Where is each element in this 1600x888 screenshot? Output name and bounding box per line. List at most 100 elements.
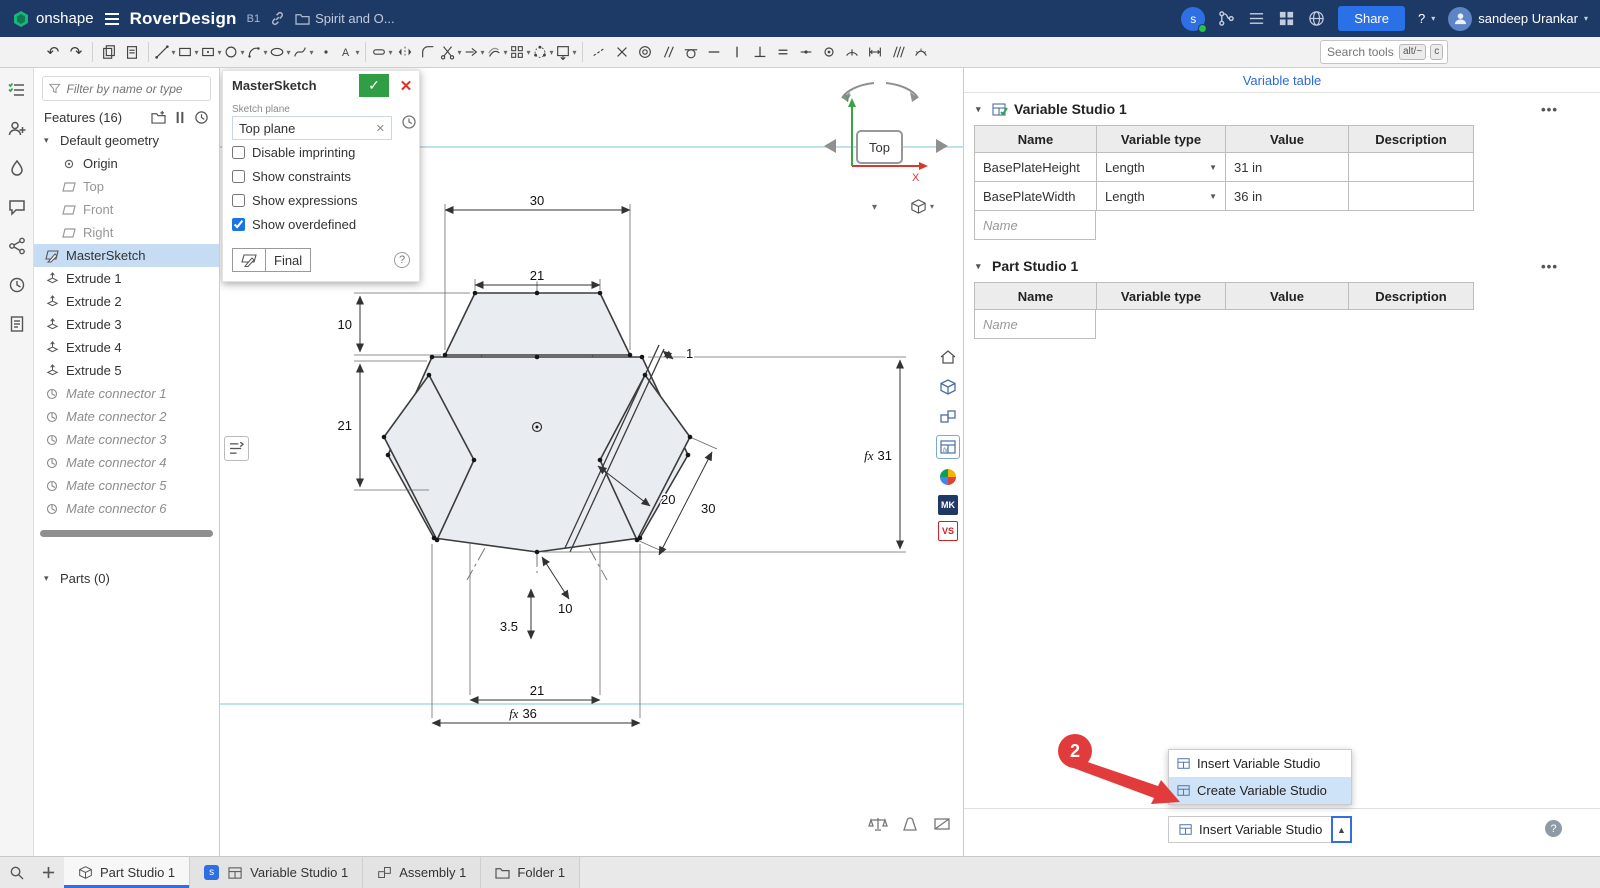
spline-tool-button[interactable]: ▾ bbox=[292, 39, 314, 65]
variable-description-cell[interactable] bbox=[1349, 153, 1474, 182]
clear-selection-icon[interactable]: ✕ bbox=[376, 122, 385, 135]
mass-properties-icon[interactable] bbox=[900, 816, 920, 832]
chevron-down-icon[interactable]: ▼ bbox=[1203, 163, 1217, 172]
trim-tool-button[interactable]: ▾ bbox=[440, 39, 462, 65]
versions-graph-icon[interactable] bbox=[1218, 10, 1235, 27]
onshape-logo[interactable]: onshape bbox=[12, 10, 94, 28]
tree-item-mate-connector-6[interactable]: Mate connector 6 bbox=[34, 497, 219, 520]
part-studio-shortcut-icon[interactable] bbox=[936, 375, 960, 399]
checkbox-show-expressions[interactable]: Show expressions bbox=[232, 188, 410, 212]
share-connections-icon[interactable] bbox=[4, 234, 30, 258]
curvature-comb-button[interactable] bbox=[910, 39, 932, 65]
tree-scrollbar[interactable] bbox=[40, 530, 213, 537]
variable-studio-shortcut-icon[interactable]: fx bbox=[936, 435, 960, 459]
dimension-label[interactable]: fx36 bbox=[509, 706, 537, 721]
tab-folder-1[interactable]: Folder 1 bbox=[481, 857, 580, 888]
dimension-label[interactable]: 20 bbox=[661, 492, 675, 507]
appearance-icon[interactable] bbox=[4, 156, 30, 180]
app-store-icon[interactable] bbox=[1278, 10, 1295, 27]
measure-scale-icon[interactable] bbox=[868, 816, 888, 832]
language-globe-icon[interactable] bbox=[1308, 10, 1325, 27]
tab-assembly-1[interactable]: Assembly 1 bbox=[363, 857, 481, 888]
graphics-canvas[interactable]: 30 21 10 21 1 20 30 fx31 10 3.5 21 fx36 bbox=[220, 68, 963, 856]
chevron-down-icon[interactable]: ▼ bbox=[1203, 192, 1217, 201]
mk-app-icon[interactable]: MK bbox=[938, 495, 958, 515]
insert-menu-toggle-button[interactable]: ▲ bbox=[1331, 816, 1352, 843]
text-tool-button[interactable]: A▾ bbox=[338, 39, 360, 65]
part-studio-section-header[interactable]: ▾ Part Studio 1 ••• bbox=[964, 250, 1600, 282]
tab-part-studio-1[interactable]: Part Studio 1 bbox=[64, 857, 190, 888]
new-variable-name-cell[interactable]: Name bbox=[974, 211, 1096, 240]
rollback-history-icon[interactable] bbox=[194, 110, 209, 125]
view-cube-top-face[interactable]: Top bbox=[856, 130, 903, 164]
show-constraints-checkbox[interactable] bbox=[232, 170, 245, 183]
tree-item-mate-connector-4[interactable]: Mate connector 4 bbox=[34, 451, 219, 474]
new-variable-name-cell[interactable]: Name bbox=[974, 310, 1096, 339]
changelist-icon[interactable] bbox=[1248, 10, 1265, 27]
variable-type-cell[interactable]: Length▼ bbox=[1097, 153, 1226, 182]
confirm-sketch-button[interactable]: ✓ bbox=[359, 74, 389, 97]
midpoint-constraint-button[interactable] bbox=[795, 39, 817, 65]
breadcrumb[interactable]: Spirit and O... bbox=[295, 11, 394, 26]
add-tab-icon[interactable] bbox=[32, 857, 64, 888]
section-menu-icon[interactable]: ••• bbox=[1541, 102, 1558, 117]
final-toggle-button[interactable]: Final bbox=[265, 248, 311, 272]
center-rectangle-tool-button[interactable]: ▾ bbox=[200, 39, 222, 65]
view-cube-menu-caret[interactable]: ▾ bbox=[872, 202, 877, 213]
view-cube[interactable]: Y X Top bbox=[816, 74, 956, 206]
offset-tool-button[interactable]: ▾ bbox=[486, 39, 508, 65]
create-folder-icon[interactable] bbox=[151, 111, 166, 124]
dimension-label[interactable]: 30 bbox=[530, 193, 544, 208]
dimension-tool-button[interactable] bbox=[864, 39, 886, 65]
mirror-tool-button[interactable] bbox=[394, 39, 416, 65]
home-view-icon[interactable] bbox=[936, 345, 960, 369]
variable-description-cell[interactable] bbox=[1349, 182, 1474, 211]
suppress-icon[interactable] bbox=[175, 111, 185, 124]
ellipse-tool-button[interactable]: ▾ bbox=[269, 39, 291, 65]
hamburger-menu-icon[interactable] bbox=[104, 12, 120, 26]
help-menu-button[interactable]: ?▾ bbox=[1418, 11, 1435, 26]
checkbox-disable-imprinting[interactable]: Disable imprinting bbox=[232, 140, 410, 164]
redo-button[interactable]: ↷ bbox=[65, 39, 87, 65]
arc-tool-button[interactable]: ▾ bbox=[246, 39, 268, 65]
tree-item-extrude-1[interactable]: Extrude 1 bbox=[34, 267, 219, 290]
menu-item-insert-variable-studio[interactable]: Insert Variable Studio bbox=[1169, 750, 1351, 777]
tree-item-mate-connector-5[interactable]: Mate connector 5 bbox=[34, 474, 219, 497]
copy-entities-button[interactable] bbox=[98, 39, 120, 65]
tree-item-top-plane[interactable]: Top bbox=[34, 175, 219, 198]
parallel-constraint-button[interactable] bbox=[657, 39, 679, 65]
dimension-label[interactable]: 21 bbox=[530, 683, 544, 698]
view-options-button[interactable]: ▾ bbox=[910, 198, 934, 215]
selection-history-icon[interactable] bbox=[401, 114, 417, 130]
perpendicular-constraint-button[interactable] bbox=[749, 39, 771, 65]
sketch-geometry[interactable] bbox=[384, 293, 690, 552]
tangent-constraint-button[interactable] bbox=[680, 39, 702, 65]
dimension-label[interactable]: 30 bbox=[701, 501, 715, 516]
tree-group-parts[interactable]: ▾Parts (0) bbox=[34, 567, 219, 590]
dialog-help-icon[interactable]: ? bbox=[394, 252, 410, 268]
linear-pattern-button[interactable]: ▾ bbox=[509, 39, 531, 65]
section-menu-icon[interactable]: ••• bbox=[1541, 259, 1558, 274]
slot-tool-button[interactable]: ▾ bbox=[371, 39, 393, 65]
tree-item-mastersketch[interactable]: MasterSketch bbox=[34, 244, 219, 267]
tree-group-default-geometry[interactable]: ▾Default geometry bbox=[34, 129, 219, 152]
presence-avatar[interactable]: s bbox=[1181, 7, 1205, 31]
edit-sketch-toggle-button[interactable] bbox=[232, 248, 265, 272]
assembly-shortcut-icon[interactable] bbox=[936, 405, 960, 429]
variable-studio-section-header[interactable]: ▾ Variable Studio 1 ••• bbox=[964, 93, 1600, 125]
section-view-icon[interactable] bbox=[932, 816, 952, 832]
dimension-label[interactable]: 10 bbox=[558, 601, 572, 616]
dimension-label[interactable]: 21 bbox=[338, 418, 352, 433]
tree-item-extrude-2[interactable]: Extrude 2 bbox=[34, 290, 219, 313]
rotate-view-arrows[interactable] bbox=[842, 83, 918, 98]
corner-rectangle-tool-button[interactable]: ▾ bbox=[177, 39, 199, 65]
tree-collapse-toggle[interactable] bbox=[224, 436, 249, 461]
render-studio-icon[interactable] bbox=[936, 465, 960, 489]
show-expressions-checkbox[interactable] bbox=[232, 194, 245, 207]
feature-filter-input[interactable] bbox=[67, 82, 204, 96]
tree-item-extrude-5[interactable]: Extrude 5 bbox=[34, 359, 219, 382]
menu-item-create-variable-studio[interactable]: Create Variable Studio bbox=[1169, 777, 1351, 804]
dimension-label[interactable]: 1 bbox=[686, 346, 693, 361]
tree-item-mate-connector-1[interactable]: Mate connector 1 bbox=[34, 382, 219, 405]
horizontal-constraint-button[interactable] bbox=[703, 39, 725, 65]
